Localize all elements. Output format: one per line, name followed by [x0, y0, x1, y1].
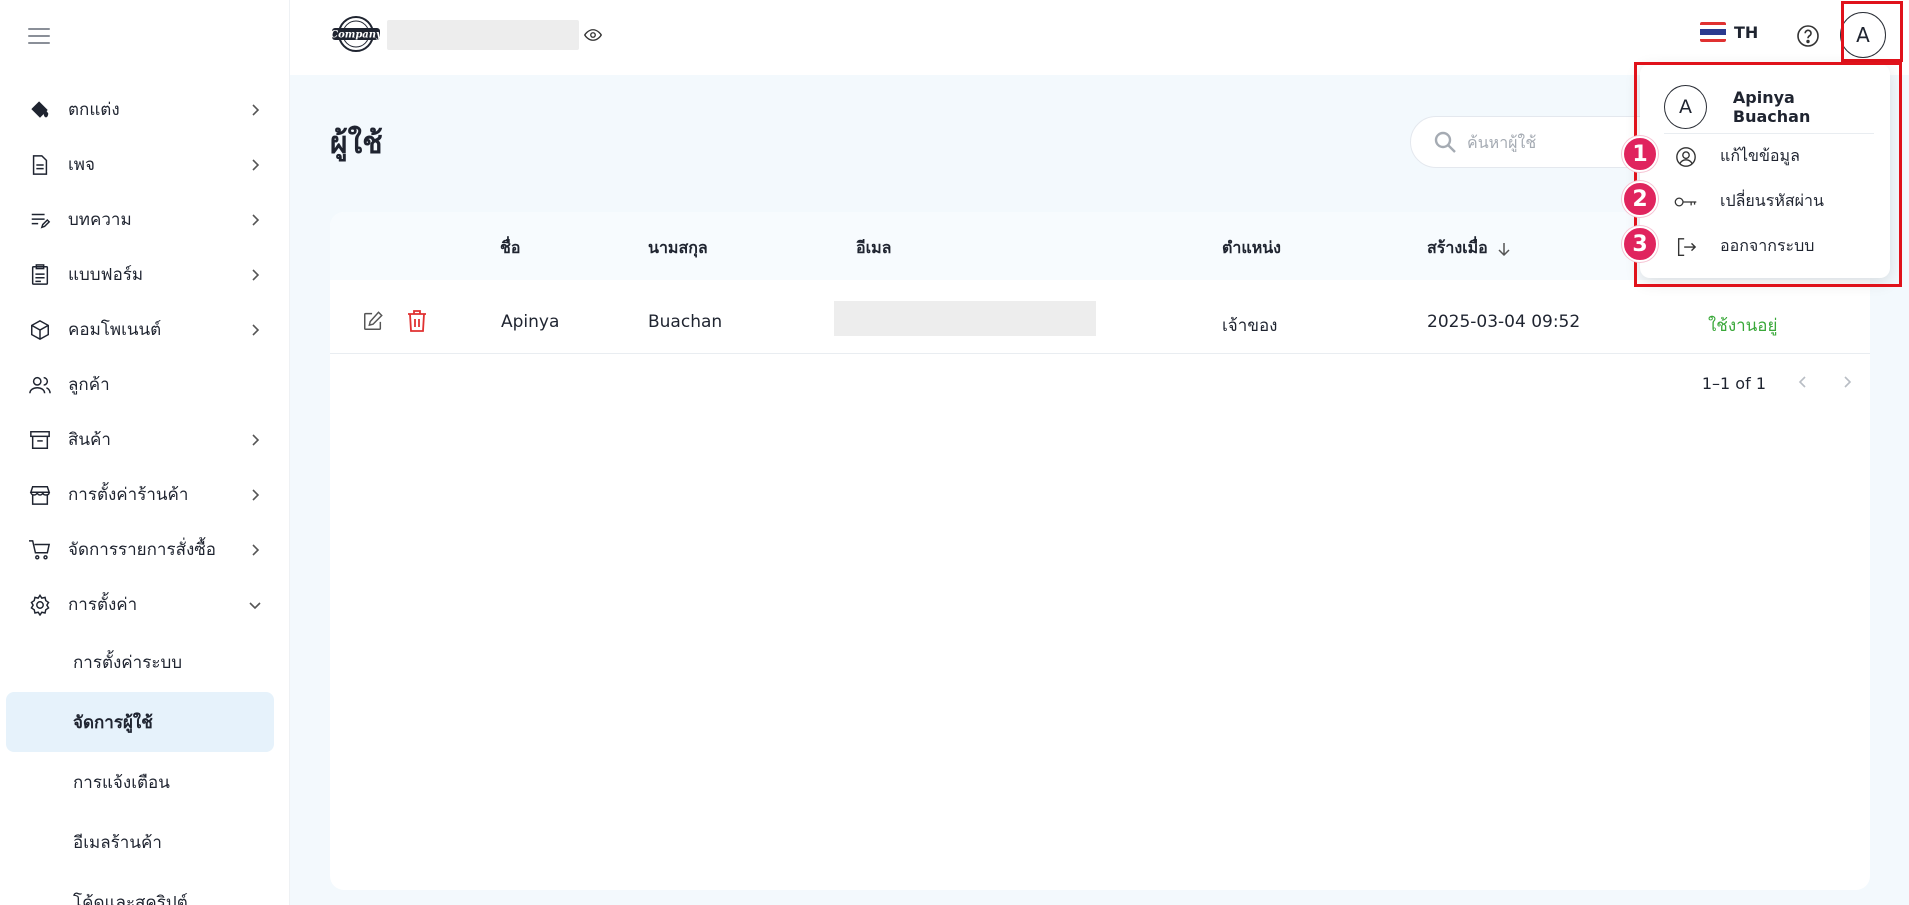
sidebar-item-label: การตั้งค่า — [68, 595, 138, 615]
edit-icon[interactable] — [362, 310, 384, 337]
logo-text: Company — [330, 30, 382, 41]
document-icon — [28, 153, 52, 177]
step-badge-1: 1 — [1622, 136, 1658, 172]
user-menu-highlight-box — [1634, 62, 1902, 287]
sidebar-item-label: ตกแต่ง — [68, 100, 120, 120]
users-table: ชื่อ นามสกุล อีเมล ตำแหน่ง สร้างเมื่อ Ap… — [330, 212, 1870, 890]
sidebar-item-forms[interactable]: แบบฟอร์ม — [0, 247, 289, 302]
cell-status: ใช้งานอยู่ — [1708, 316, 1778, 336]
step-badge-3: 3 — [1622, 226, 1658, 262]
page-title: ผู้ใช้ — [330, 126, 383, 161]
sidebar-item-pages[interactable]: เพจ — [0, 137, 289, 192]
chevron-right-icon — [252, 213, 260, 226]
step-badge-2: 2 — [1622, 181, 1658, 217]
chevron-down-icon — [249, 601, 261, 609]
storefront-icon — [28, 483, 52, 507]
sidebar-subitem-code-scripts[interactable]: โค้ดและสคริปต์ — [6, 872, 274, 905]
column-header-email[interactable]: อีเมล — [856, 236, 891, 261]
sidebar-nav: ตกแต่ง เพจ บทความ แบบฟอร์ม คอมโพเนนต์ ลู… — [0, 82, 289, 905]
sidebar-item-orders[interactable]: จัดการรายการสั่งซื้อ — [0, 522, 289, 577]
cube-icon — [28, 318, 52, 342]
sort-arrow-down-icon — [1498, 242, 1510, 256]
users-icon — [28, 373, 52, 397]
chevron-right-icon — [252, 323, 260, 336]
chevron-right-icon — [252, 543, 260, 556]
sidebar-item-store-settings[interactable]: การตั้งค่าร้านค้า — [0, 467, 289, 522]
chevron-right-icon — [252, 268, 260, 281]
shop-name-redacted — [387, 20, 579, 50]
chevron-right-icon — [252, 103, 260, 116]
sidebar-item-label: บทความ — [68, 210, 132, 230]
language-label: TH — [1734, 22, 1759, 42]
cell-created: 2025-03-04 09:52 — [1427, 312, 1581, 332]
sidebar-subitem-notifications[interactable]: การแจ้งเตือน — [6, 752, 274, 812]
help-icon[interactable] — [1796, 24, 1820, 52]
sidebar-item-label: ลูกค้า — [68, 375, 110, 395]
sidebar-subitem-store-email[interactable]: อีเมลร้านค้า — [6, 812, 274, 872]
column-header-created-label: สร้างเมื่อ — [1427, 238, 1488, 257]
sidebar-item-components[interactable]: คอมโพเนนต์ — [0, 302, 289, 357]
column-header-last-name[interactable]: นามสกุล — [648, 236, 708, 261]
sidebar-subitem-user-management[interactable]: จัดการผู้ใช้ — [6, 692, 274, 752]
delete-icon[interactable] — [406, 309, 428, 338]
search-input[interactable] — [1467, 132, 1627, 152]
thai-flag-icon — [1700, 22, 1726, 42]
sidebar-item-label: สินค้า — [68, 430, 111, 450]
sidebar-item-customers[interactable]: ลูกค้า — [0, 357, 289, 412]
paint-bucket-icon — [28, 98, 52, 122]
search-icon — [1434, 131, 1456, 153]
article-edit-icon — [28, 208, 52, 232]
cell-first-name: Apinya — [501, 312, 560, 332]
table-row: Apinya Buachan เจ้าของ 2025-03-04 09:52 … — [330, 292, 1870, 354]
sidebar-item-label: คอมโพเนนต์ — [68, 320, 162, 340]
sidebar-item-articles[interactable]: บทความ — [0, 192, 289, 247]
cell-role: เจ้าของ — [1222, 316, 1278, 336]
sidebar-subitem-system-settings[interactable]: การตั้งค่าระบบ — [6, 632, 274, 692]
sidebar-item-products[interactable]: สินค้า — [0, 412, 289, 467]
chevron-left-icon[interactable] — [1796, 374, 1810, 393]
sidebar-item-label: จัดการรายการสั่งซื้อ — [68, 540, 217, 560]
menu-toggle-icon[interactable] — [28, 28, 50, 46]
chevron-right-icon[interactable] — [1840, 374, 1854, 393]
archive-box-icon — [28, 428, 52, 452]
cart-icon — [28, 538, 52, 562]
column-header-created[interactable]: สร้างเมื่อ — [1427, 236, 1512, 261]
company-logo[interactable]: Company — [330, 15, 383, 53]
sidebar-item-label: เพจ — [68, 155, 95, 175]
sidebar-item-label: การตั้งค่าร้านค้า — [68, 485, 189, 505]
sidebar-item-settings[interactable]: การตั้งค่า — [0, 577, 289, 632]
sidebar-item-decorate[interactable]: ตกแต่ง — [0, 82, 289, 137]
chevron-right-icon — [252, 158, 260, 171]
chevron-right-icon — [252, 433, 260, 446]
clipboard-icon — [28, 263, 52, 287]
cell-email-redacted — [834, 301, 1096, 336]
sidebar-item-label: แบบฟอร์ม — [68, 265, 144, 285]
eye-icon[interactable] — [583, 26, 603, 48]
cell-last-name: Buachan — [648, 312, 723, 332]
gear-icon — [28, 593, 52, 617]
column-header-first-name[interactable]: ชื่อ — [500, 236, 520, 261]
column-header-role[interactable]: ตำแหน่ง — [1222, 236, 1281, 261]
avatar-highlight-box — [1841, 1, 1903, 62]
chevron-right-icon — [252, 488, 260, 501]
pagination-label: 1–1 of 1 — [1701, 374, 1766, 393]
sidebar: ตกแต่ง เพจ บทความ แบบฟอร์ม คอมโพเนนต์ ลู… — [0, 0, 290, 905]
pagination: 1–1 of 1 — [1702, 374, 1854, 393]
language-switcher[interactable]: TH — [1700, 22, 1758, 42]
